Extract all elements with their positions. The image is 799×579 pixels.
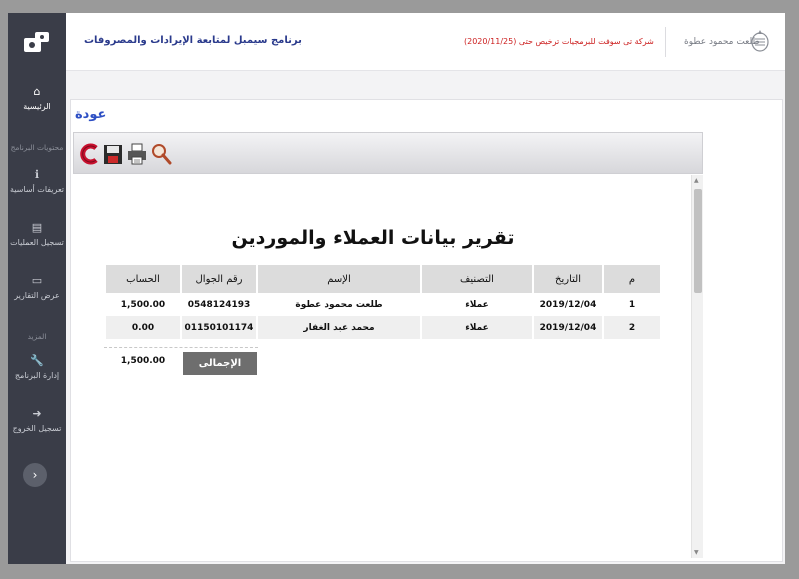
- logout-icon: ➜: [32, 407, 42, 420]
- report-table: م التاريخ التصنيف الإسم رقم الجوال الحسا…: [104, 265, 662, 339]
- app-logo-icon[interactable]: [23, 29, 51, 55]
- app-window: ⌂ الرئيسية محتويات البرنامج ℹ تعريفات أس…: [8, 13, 785, 564]
- header-divider: [665, 27, 666, 57]
- sidebar-item-label: الرئيسية: [23, 102, 51, 111]
- search-icon[interactable]: [150, 142, 172, 166]
- cell-name: محمد عبد الغفار: [258, 316, 420, 339]
- total-value: 1,500.00: [120, 356, 166, 366]
- sidebar-item-label: تسجيل الخروج: [12, 424, 62, 433]
- document-icon: ▤: [31, 221, 43, 234]
- column-header-name: الإسم: [258, 265, 420, 293]
- column-header-date: التاريخ: [534, 265, 602, 293]
- cell-phone: 0548124193: [187, 299, 251, 310]
- table-header-row: م التاريخ التصنيف الإسم رقم الجوال الحسا…: [106, 265, 660, 293]
- sidebar-item-home[interactable]: ⌂ الرئيسية: [8, 86, 66, 112]
- report-scrollbar[interactable]: ▲ ▼: [691, 175, 703, 558]
- total-divider: [104, 347, 258, 348]
- column-header-phone: رقم الجوال: [182, 265, 256, 293]
- sidebar-item-view-reports[interactable]: ▭ عرض التقارير: [8, 275, 66, 301]
- sidebar-section-program-contents: محتويات البرنامج: [10, 143, 64, 152]
- cell-class: عملاء: [465, 299, 489, 310]
- wrench-icon: 🔧: [30, 354, 44, 367]
- content-card: عودة تقرير بيانات العملاء والموردين م ال…: [70, 99, 783, 562]
- column-header-class: التصنيف: [422, 265, 532, 293]
- info-icon: ℹ: [34, 168, 40, 181]
- cell-account: 1,500.00: [120, 299, 166, 310]
- report-icon: ▭: [31, 274, 43, 287]
- license-text: شركة تى سوفت للبرمجيات ترخيص حتى (2020/1…: [464, 37, 654, 46]
- sidebar-item-label: عرض التقارير: [14, 291, 60, 300]
- top-header: برنامج سيمبل لمتابعة الإيرادات والمصروفا…: [66, 13, 785, 71]
- column-header-account: الحساب: [106, 265, 180, 293]
- company-logo-icon: [751, 30, 769, 52]
- home-icon: ⌂: [33, 85, 41, 98]
- sidebar: ⌂ الرئيسية محتويات البرنامج ℹ تعريفات أس…: [8, 13, 66, 564]
- scroll-up-icon[interactable]: ▲: [694, 177, 699, 184]
- report-viewer: تقرير بيانات العملاء والموردين م التاريخ…: [73, 175, 702, 558]
- user-name[interactable]: طلعت محمود عطوة: [684, 37, 760, 47]
- column-header-m: م: [604, 265, 660, 293]
- table-row: 2 2019/12/04 عملاء محمد عبد الغفار 01150…: [106, 316, 660, 339]
- sidebar-section-more: المزيد: [27, 332, 47, 341]
- sidebar-item-logout[interactable]: ➜ تسجيل الخروج: [8, 408, 66, 434]
- scrollbar-thumb[interactable]: [694, 189, 702, 293]
- save-icon[interactable]: [102, 142, 124, 166]
- table-row: 1 2019/12/04 عملاء طلعت محمود عطوة 05481…: [106, 293, 660, 316]
- sidebar-item-label: تعريفات أساسية: [9, 185, 65, 194]
- cell-m: 1: [628, 299, 636, 310]
- cell-name: طلعت محمود عطوة: [295, 299, 383, 310]
- cell-account: 0.00: [106, 316, 180, 339]
- cell-m: 2: [604, 316, 660, 339]
- cell-phone: 01150101174: [182, 316, 256, 339]
- report-toolbar: [73, 132, 703, 174]
- cell-date: 2019/12/04: [534, 316, 602, 339]
- sidebar-item-program-admin[interactable]: 🔧 إدارة البرنامج: [8, 355, 66, 381]
- cell-date: 2019/12/04: [539, 299, 597, 310]
- sidebar-collapse-button[interactable]: ›: [23, 463, 47, 487]
- cell-class: عملاء: [422, 316, 532, 339]
- close-icon[interactable]: [78, 142, 100, 166]
- sidebar-item-label: تسجيل العمليات: [10, 238, 64, 247]
- sidebar-item-register-operations[interactable]: ▤ تسجيل العمليات: [8, 222, 66, 248]
- scroll-down-icon[interactable]: ▼: [694, 549, 699, 556]
- total-label: الإجمالى: [183, 352, 257, 375]
- sidebar-item-label: إدارة البرنامج: [14, 371, 60, 380]
- sidebar-item-basic-definitions[interactable]: ℹ تعريفات أساسية: [8, 169, 66, 195]
- report-title: تقرير بيانات العملاء والموردين: [231, 227, 515, 249]
- app-title: برنامج سيمبل لمتابعة الإيرادات والمصروفا…: [84, 35, 302, 46]
- back-link[interactable]: عودة: [75, 107, 106, 122]
- print-icon[interactable]: [126, 142, 148, 166]
